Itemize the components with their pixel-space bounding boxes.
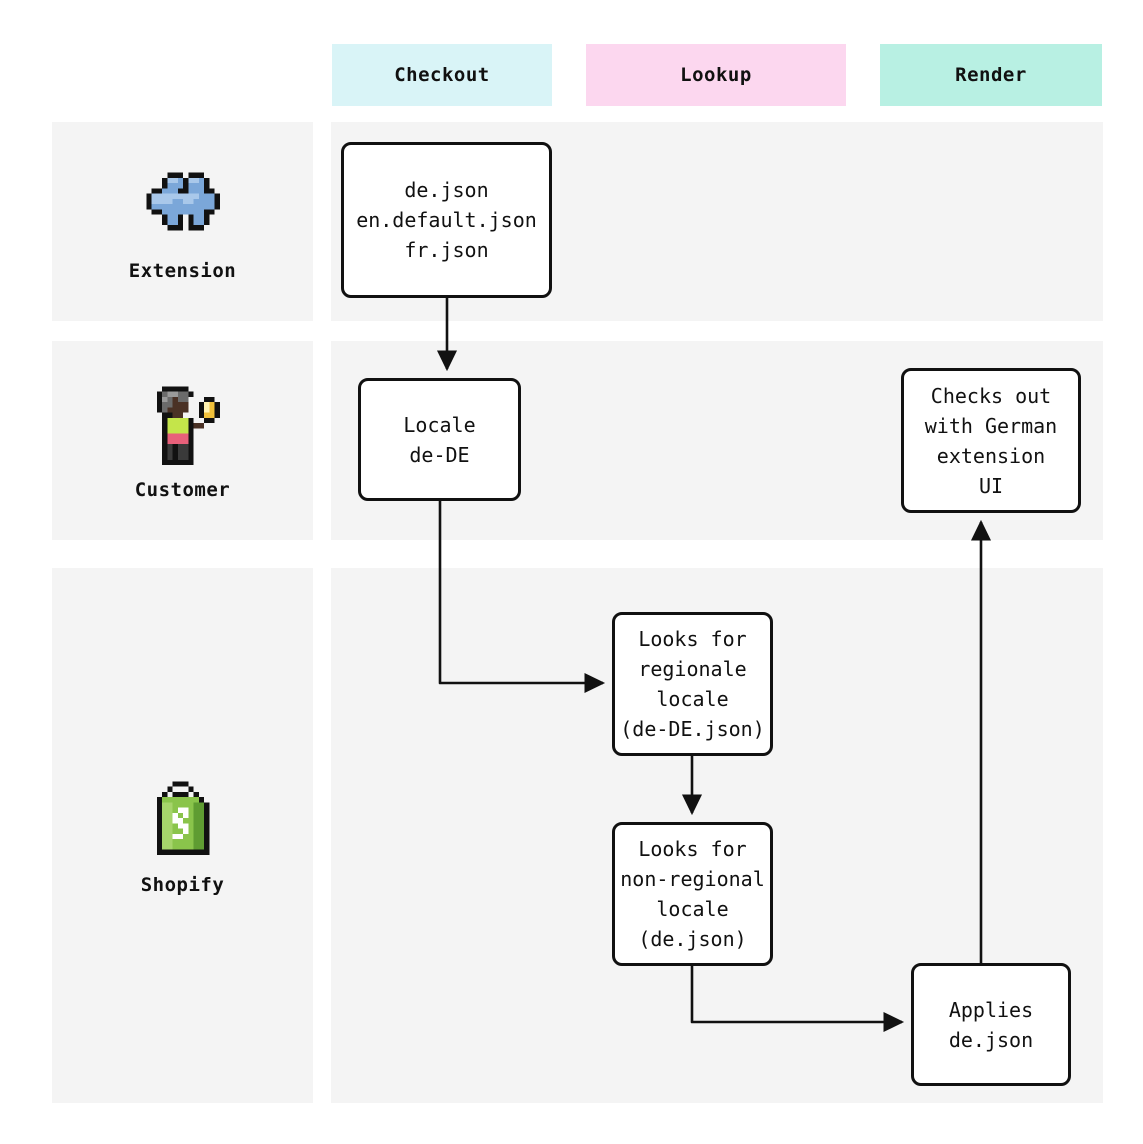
phase-header-lookup-label: Lookup [680, 64, 752, 86]
lane-label-shopify-text: Shopify [140, 873, 225, 896]
shopify-bag-icon [156, 780, 209, 855]
node-applies-de-json-text: Applies de.json [948, 997, 1034, 1052]
lane-label-extension-text: Extension [128, 259, 237, 282]
node-applies-de-json[interactable]: Applies de.json [911, 963, 1071, 1086]
lane-label-extension: Extension [52, 122, 313, 321]
lane-label-customer-text: Customer [134, 478, 231, 501]
node-customer-locale[interactable]: Locale de-DE [358, 378, 521, 501]
phase-header-lookup: Lookup [586, 44, 846, 106]
lane-label-customer: Customer [52, 341, 313, 540]
puzzle-piece-icon [145, 172, 220, 230]
phase-header-render: Render [880, 44, 1102, 106]
node-lookup-nonregional-locale[interactable]: Looks for non-regional locale (de.json) [612, 822, 773, 966]
phase-header-render-label: Render [955, 64, 1027, 86]
node-extension-locale-files[interactable]: de.json en.default.json fr.json [341, 142, 552, 298]
node-checks-out-german-ui-text: Checks out with German extension UI [924, 383, 1058, 498]
node-lookup-regional-locale-text: Looks for regionale locale (de-DE.json) [620, 627, 765, 741]
node-lookup-regional-locale[interactable]: Looks for regionale locale (de-DE.json) [612, 612, 773, 756]
flow-diagram-canvas: Checkout Lookup Render Extension Custome… [0, 0, 1143, 1144]
node-checks-out-german-ui[interactable]: Checks out with German extension UI [901, 368, 1081, 513]
customer-person-icon [156, 385, 220, 465]
node-extension-locale-files-text: de.json en.default.json fr.json [356, 178, 537, 262]
phase-header-checkout-label: Checkout [394, 64, 490, 86]
lane-label-shopify: Shopify [52, 568, 313, 1103]
phase-header-checkout: Checkout [332, 44, 552, 106]
node-customer-locale-text: Locale de-DE [403, 412, 476, 467]
node-lookup-nonregional-locale-text: Looks for non-regional locale (de.json) [620, 837, 765, 951]
